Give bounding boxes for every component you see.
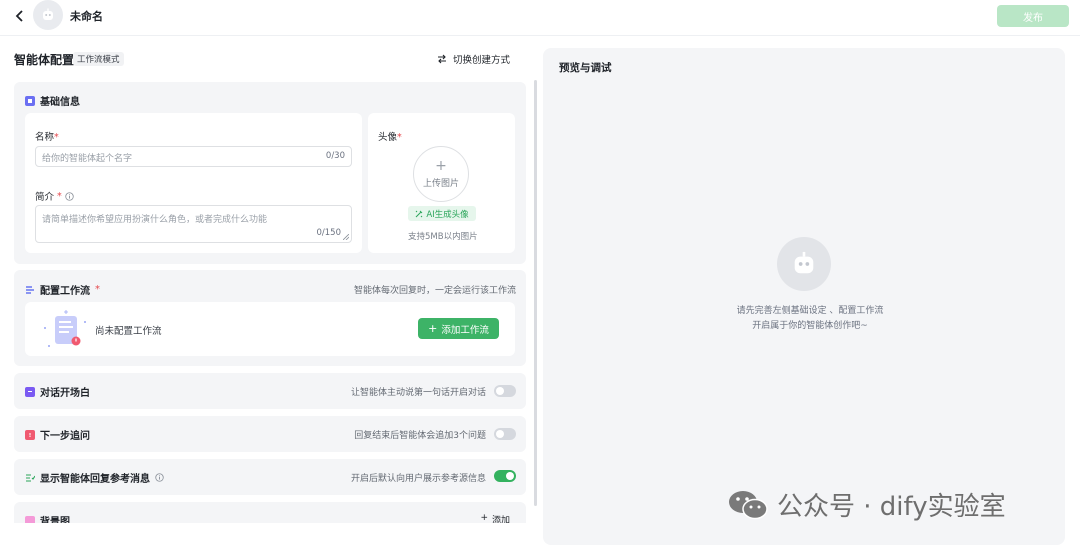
plus-icon: + — [435, 158, 447, 174]
intro-label-wrap: 简介 * — [35, 189, 74, 203]
workflow-title: 配置工作流 — [40, 286, 90, 297]
switch-mode-button[interactable]: 切换创建方式 — [437, 52, 510, 66]
plus-icon: + — [480, 513, 488, 523]
name-placeholder: 给你的智能体起个名字 — [42, 154, 133, 164]
swap-icon — [438, 54, 446, 64]
resize-handle-icon[interactable] — [343, 234, 349, 240]
preview-message-line2: 开启属于你的智能体创作吧~ — [752, 321, 868, 331]
workflow-header: 配置工作流 * — [25, 282, 100, 297]
opening-header: 对话开场白 — [25, 384, 90, 399]
basic-info-header: 基础信息 — [25, 93, 80, 108]
info-card-icon — [25, 95, 35, 106]
avatar-label: 头像 — [378, 132, 398, 143]
required-mark: * — [95, 284, 100, 295]
reference-panel: 显示智能体回复参考消息 开启后默认向用户展示参考源信息 — [14, 459, 526, 495]
background-header: 背景图 — [25, 513, 70, 523]
mode-tag: 工作流模式 — [73, 52, 124, 66]
publish-button[interactable]: 发布 — [997, 5, 1069, 27]
app-avatar[interactable] — [33, 0, 63, 30]
followup-desc: 回复结束后智能体会追加3个问题 — [354, 431, 486, 441]
basic-info-title: 基础信息 — [40, 97, 80, 108]
upload-avatar-button[interactable]: + 上传图片 — [413, 146, 469, 202]
ai-generate-avatar-button[interactable]: AI生成头像 — [408, 206, 476, 221]
top-bar: 未命名 发布 — [0, 0, 1080, 34]
workflow-icon — [25, 285, 35, 295]
required-mark: * — [397, 132, 402, 143]
name-label-wrap: 名称* — [35, 129, 59, 143]
robot-icon — [794, 251, 814, 274]
config-scrollbar[interactable] — [534, 80, 537, 506]
chevron-left-icon — [15, 10, 23, 22]
plus-icon: + — [428, 322, 438, 335]
reference-header: 显示智能体回复参考消息 — [25, 470, 164, 485]
name-input[interactable]: 给你的智能体起个名字 0/30 — [35, 146, 352, 167]
back-button[interactable] — [12, 8, 28, 24]
workflow-empty-text: 尚未配置工作流 — [95, 326, 162, 337]
question-bubble-icon — [25, 429, 35, 440]
avatar-label-wrap: 头像* — [378, 129, 402, 143]
watermark: 公众号 · dify实验室 — [727, 486, 1006, 523]
header-divider — [0, 35, 1080, 36]
workflow-desc: 智能体每次回复时，一定会运行该工作流 — [353, 286, 516, 296]
required-mark: * — [54, 132, 59, 143]
add-workflow-label: 添加工作流 — [441, 324, 489, 336]
watermark-text: 公众号 · dify实验室 — [777, 492, 1006, 522]
chat-bubble-icon — [25, 386, 35, 397]
add-background-button[interactable]: + 添加 — [480, 513, 510, 523]
name-label: 名称 — [35, 132, 55, 143]
upload-hint: 支持5MB以内图片 — [408, 232, 478, 242]
list-check-icon — [25, 473, 35, 483]
reference-toggle[interactable] — [494, 470, 516, 482]
intro-counter: 0/150 — [316, 228, 342, 238]
robot-icon — [43, 8, 53, 20]
preview-avatar — [777, 237, 831, 291]
followup-toggle[interactable] — [494, 428, 516, 440]
background-panel: 背景图 + 添加 — [14, 502, 526, 523]
reference-desc: 开启后默认向用户展示参考源信息 — [350, 474, 486, 484]
required-mark: * — [57, 190, 62, 202]
switch-mode-label: 切换创建方式 — [453, 55, 511, 66]
image-icon — [25, 515, 35, 523]
background-title: 背景图 — [40, 517, 70, 523]
magic-wand-icon — [415, 210, 423, 217]
preview-message-line1: 请先完善左侧基础设定 、配置工作流 — [736, 306, 884, 316]
reference-title: 显示智能体回复参考消息 — [40, 474, 150, 485]
bottom-mask — [0, 523, 540, 549]
app-name[interactable]: 未命名 — [70, 8, 103, 24]
opening-title: 对话开场白 — [40, 388, 90, 399]
empty-workflow-illustration-icon — [44, 310, 86, 347]
add-background-label: 添加 — [491, 516, 510, 523]
info-circle-icon[interactable] — [155, 473, 164, 482]
intro-label: 简介 — [35, 192, 55, 203]
upload-label: 上传图片 — [422, 179, 459, 189]
followup-panel: 下一步追问 回复结束后智能体会追加3个问题 — [14, 416, 526, 452]
followup-title: 下一步追问 — [40, 431, 90, 442]
preview-title: 预览与调试 — [559, 62, 612, 74]
intro-textarea[interactable]: 请简单描述你希望应用扮演什么角色，或者完成什么功能 0/150 — [35, 205, 352, 243]
opening-panel: 对话开场白 让智能体主动说第一句话开启对话 — [14, 373, 526, 409]
preview-panel — [543, 48, 1065, 545]
add-workflow-button[interactable]: + 添加工作流 — [418, 318, 499, 339]
name-counter: 0/30 — [325, 151, 345, 161]
followup-header: 下一步追问 — [25, 427, 90, 442]
wechat-icon — [729, 490, 768, 519]
ai-generate-avatar-label: AI生成头像 — [426, 209, 469, 220]
intro-placeholder: 请简单描述你希望应用扮演什么角色，或者完成什么功能 — [42, 215, 268, 225]
info-circle-icon[interactable] — [65, 191, 74, 201]
config-title: 智能体配置 — [14, 53, 75, 67]
opening-toggle[interactable] — [494, 385, 516, 397]
opening-desc: 让智能体主动说第一句话开启对话 — [350, 388, 486, 398]
